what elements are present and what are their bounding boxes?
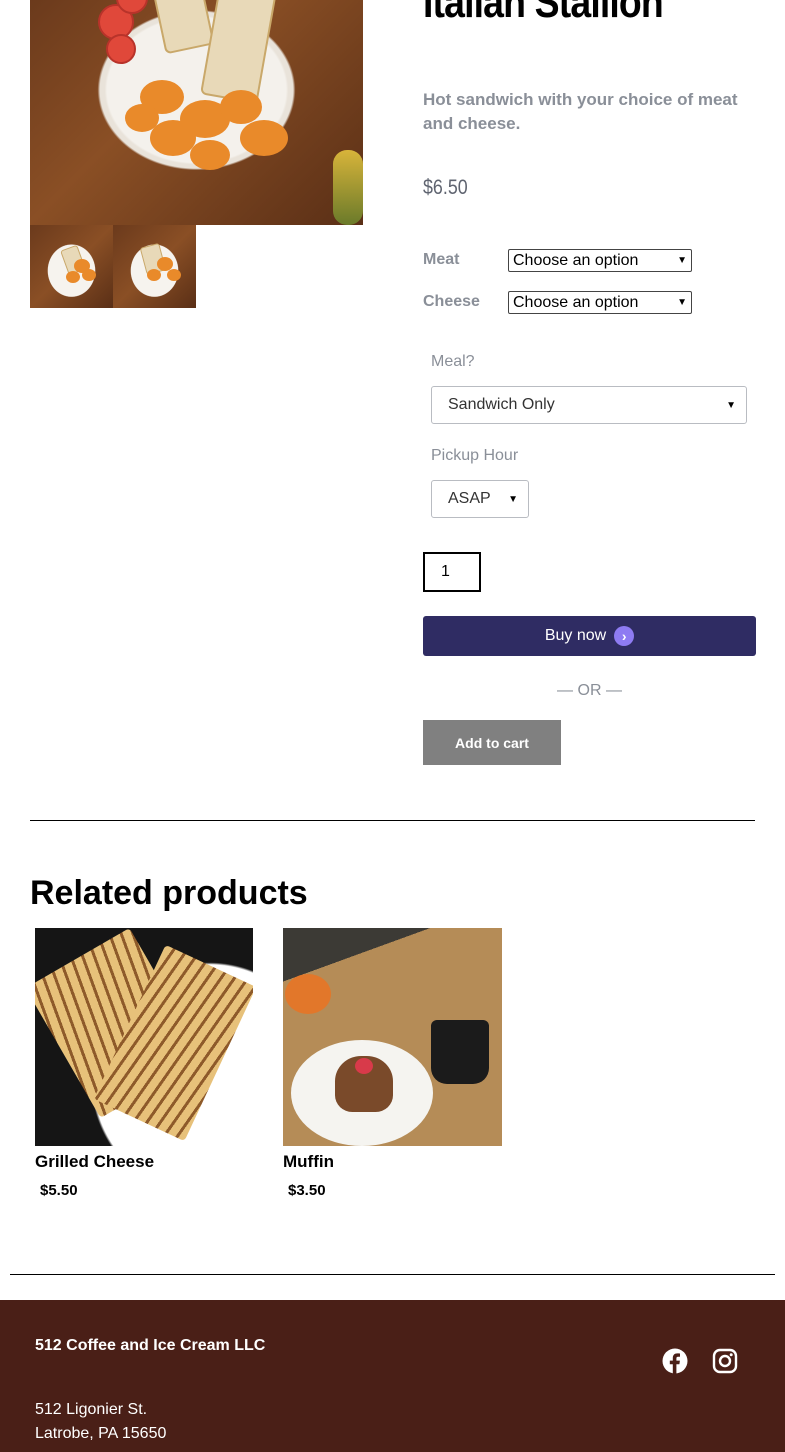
related-products-heading: Related products xyxy=(30,874,308,912)
meat-select[interactable]: Choose an option ▼ xyxy=(508,249,692,272)
chevron-right-icon: › xyxy=(614,626,635,646)
related-product-name[interactable]: Grilled Cheese xyxy=(35,1152,154,1172)
cheese-label: Cheese xyxy=(423,293,480,310)
product-price: $6.50 xyxy=(423,176,468,199)
pickup-hour-value: ASAP xyxy=(448,490,491,507)
chevron-down-icon: ▼ xyxy=(677,255,687,266)
pickup-hour-label: Pickup Hour xyxy=(431,447,519,464)
footer-divider xyxy=(10,1274,775,1275)
section-divider xyxy=(30,820,755,821)
buy-now-button[interactable]: Buy now › xyxy=(423,616,756,656)
related-product-price: $3.50 xyxy=(288,1182,326,1199)
product-thumbnail-1[interactable] xyxy=(30,225,113,308)
muffin-image[interactable] xyxy=(283,928,502,1146)
buy-now-label: Buy now xyxy=(544,627,607,644)
meal-select-value: Sandwich Only xyxy=(448,396,555,413)
grilled-cheese-image[interactable] xyxy=(35,928,253,1146)
chevron-down-icon: ▼ xyxy=(508,493,518,505)
or-divider: — OR — xyxy=(557,682,622,699)
meal-label: Meal? xyxy=(431,353,475,370)
chevron-down-icon: ▼ xyxy=(726,399,736,411)
cheese-select-value: Choose an option xyxy=(513,294,639,311)
facebook-icon[interactable] xyxy=(662,1348,688,1374)
meal-select[interactable]: Sandwich Only ▼ xyxy=(431,386,747,424)
related-product-price: $5.50 xyxy=(40,1182,78,1199)
add-to-cart-button[interactable]: Add to cart xyxy=(423,720,561,765)
footer-address-line-1: 512 Ligonier St. xyxy=(35,1401,148,1418)
product-thumbnail-2[interactable] xyxy=(113,225,196,308)
product-title: Italian Stallion xyxy=(423,0,664,27)
meat-select-value: Choose an option xyxy=(513,252,639,269)
product-main-image[interactable] xyxy=(30,0,363,225)
related-product-name[interactable]: Muffin xyxy=(283,1152,334,1172)
chevron-down-icon: ▼ xyxy=(677,297,687,308)
product-description: Hot sandwich with your choice of meat an… xyxy=(423,90,738,133)
quantity-input[interactable]: 1 xyxy=(423,552,481,592)
instagram-icon[interactable] xyxy=(712,1348,738,1374)
pickup-hour-select[interactable]: ASAP ▼ xyxy=(431,480,529,518)
cheese-select[interactable]: Choose an option ▼ xyxy=(508,291,692,314)
footer-address-line-2: Latrobe, PA 15650 xyxy=(35,1425,167,1442)
meat-label: Meat xyxy=(423,251,460,268)
footer-company-name: 512 Coffee and Ice Cream LLC xyxy=(35,1337,266,1354)
